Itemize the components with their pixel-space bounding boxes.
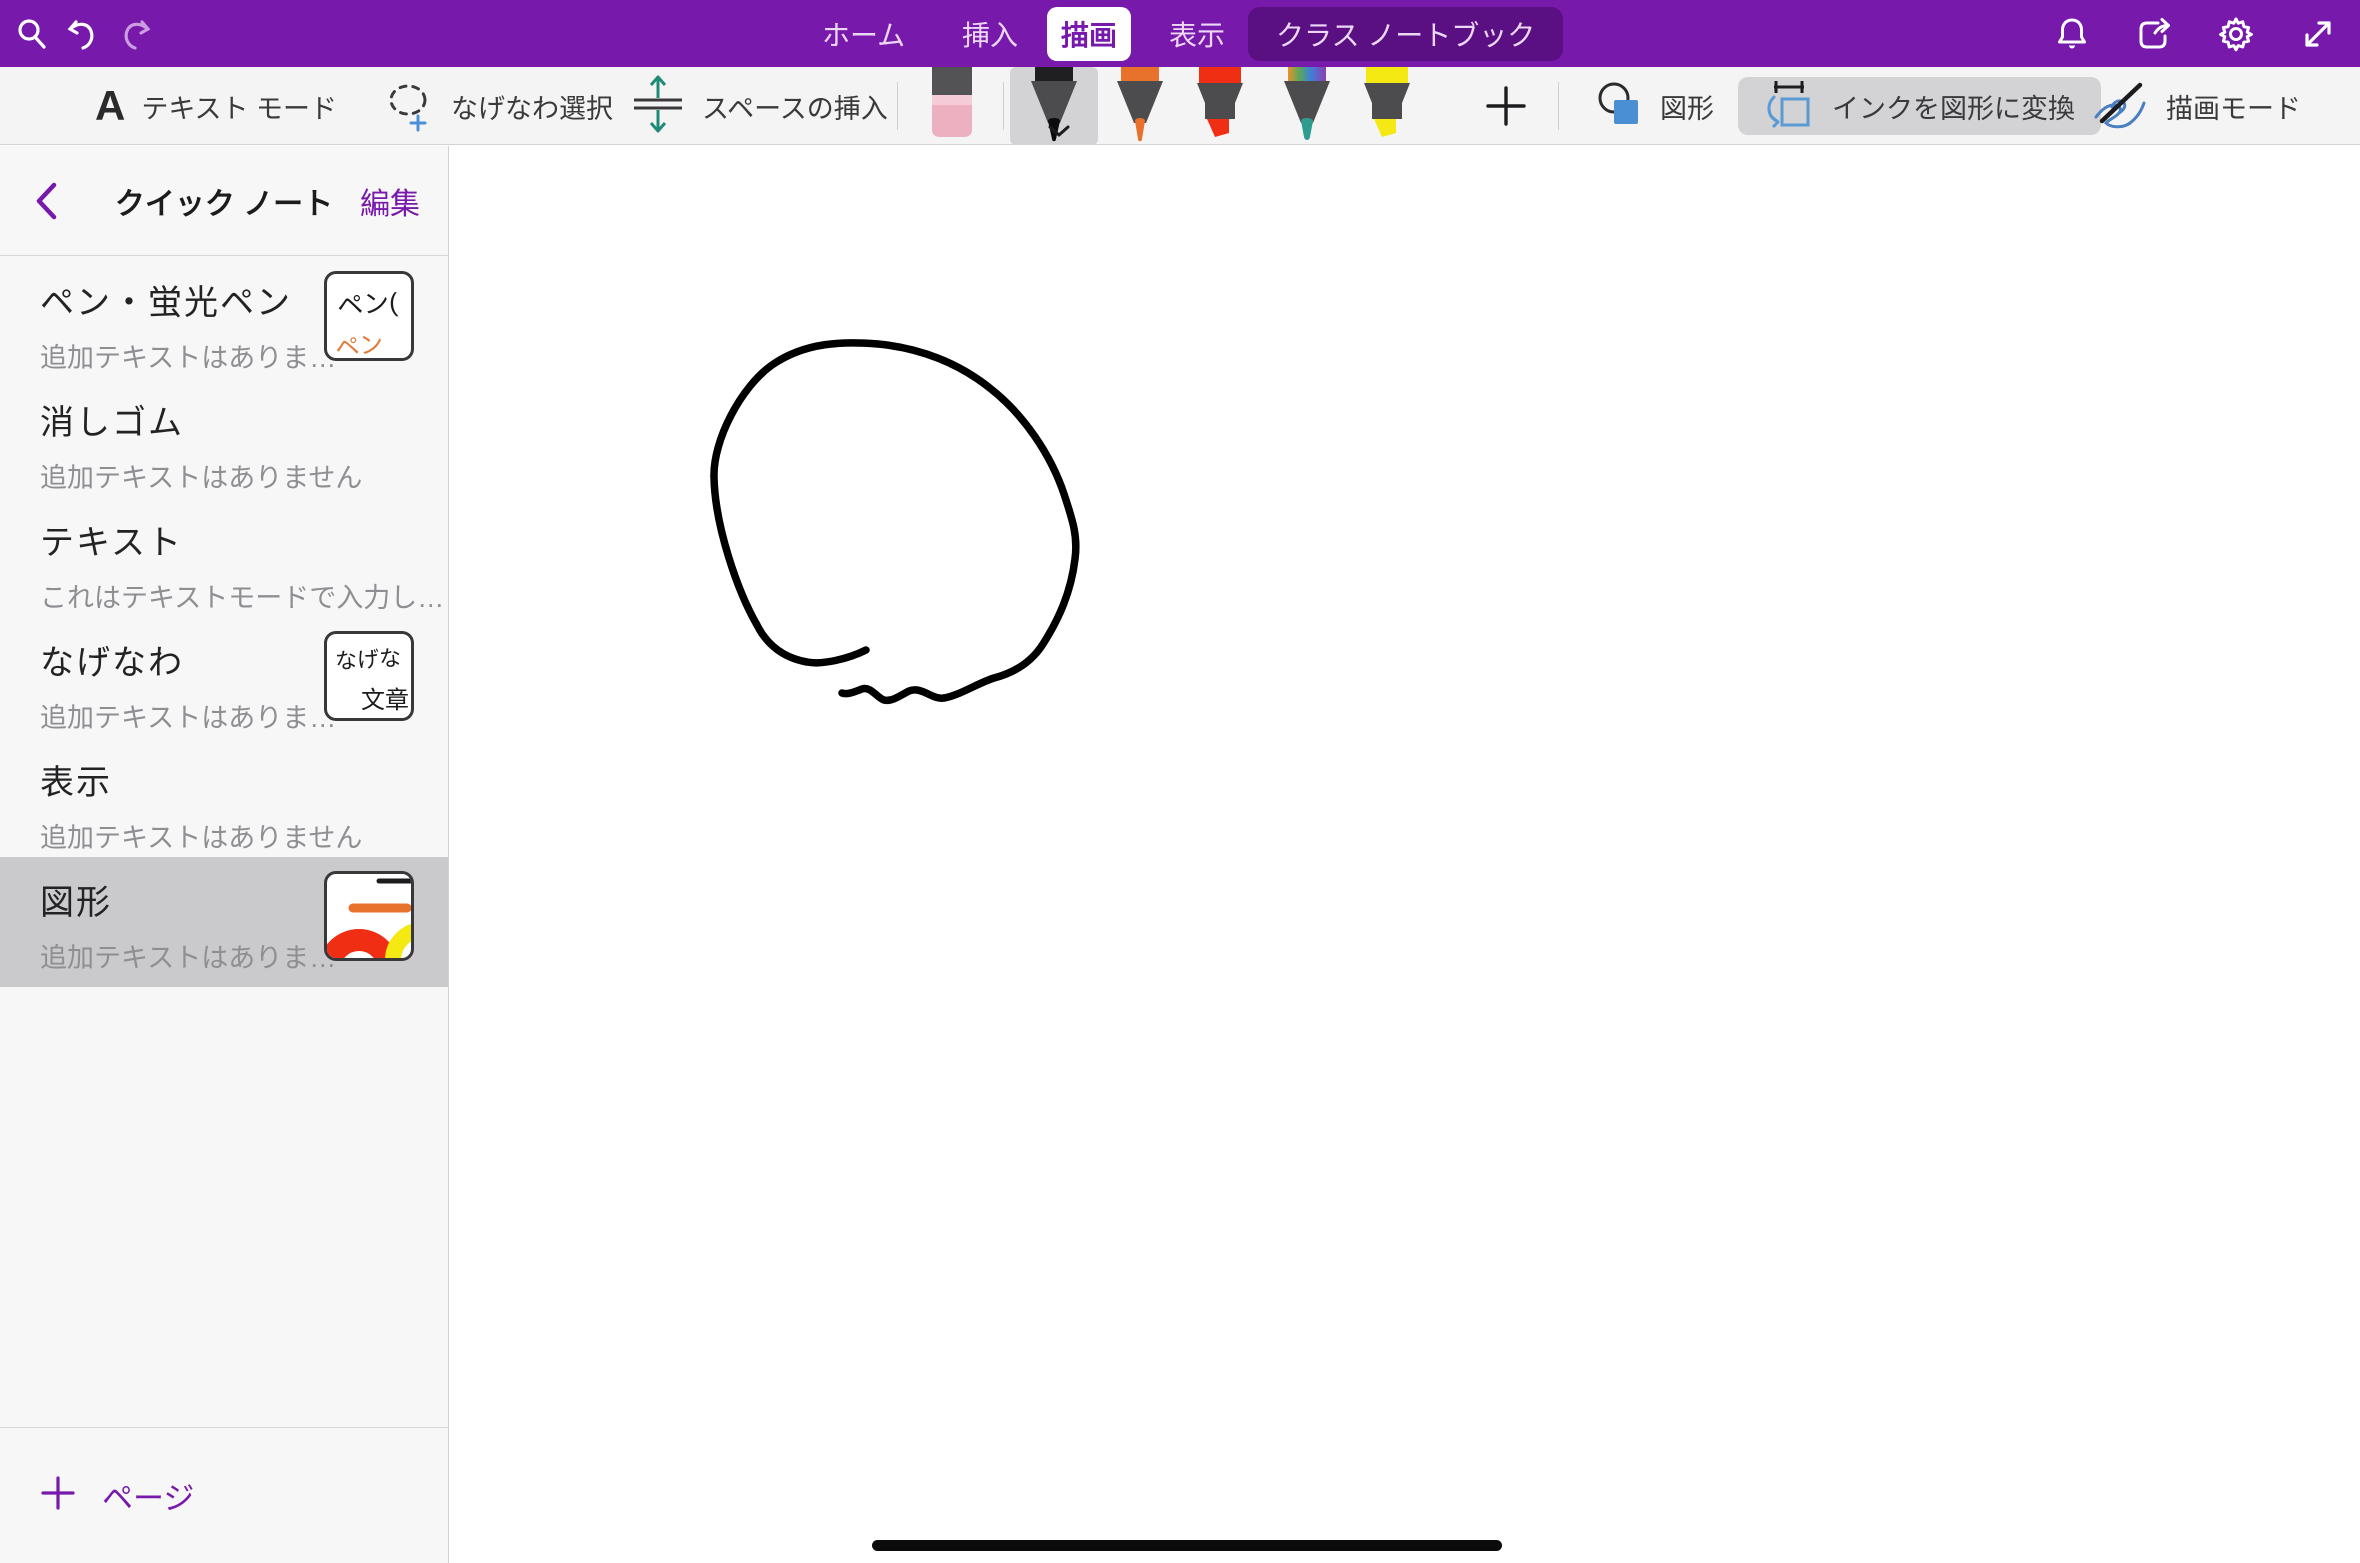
page-list-header: クイック ノート 編集 xyxy=(0,146,448,256)
ink-to-shape-icon xyxy=(1764,79,1816,134)
add-page-button[interactable]: ページ xyxy=(0,1427,448,1563)
fullscreen-expand-icon[interactable] xyxy=(2298,14,2338,54)
draw-mode-hand-icon xyxy=(2092,77,2150,136)
eraser-tool[interactable] xyxy=(925,67,979,143)
share-icon[interactable] xyxy=(2134,14,2174,54)
page-title: 表示 xyxy=(40,755,448,804)
tab-insert[interactable]: 挿入 xyxy=(948,0,1032,67)
page-subtitle: これはテキストモードで入力し… xyxy=(40,576,448,615)
edit-button[interactable]: 編集 xyxy=(360,146,420,256)
page-list-item[interactable]: 表示 追加テキストはありません xyxy=(0,737,448,857)
insert-space-icon xyxy=(630,74,686,139)
text-mode-icon: A xyxy=(95,85,125,127)
lasso-icon xyxy=(383,76,435,137)
shapes-button[interactable]: 図形 xyxy=(1592,67,1714,145)
insert-space-button[interactable]: スペースの挿入 xyxy=(630,67,888,145)
galaxy-pen-tool[interactable] xyxy=(1280,67,1334,143)
toolbar-divider xyxy=(897,82,898,130)
tab-home[interactable]: ホーム xyxy=(808,0,919,67)
add-pen-button[interactable] xyxy=(1478,67,1534,145)
black-pen-tool-selected[interactable] xyxy=(1010,67,1098,145)
redo-icon[interactable] xyxy=(116,14,156,54)
page-title: テキスト xyxy=(40,515,448,564)
orange-pen-tool[interactable] xyxy=(1113,67,1167,143)
drawing-canvas[interactable] xyxy=(450,146,2360,1563)
page-thumbnail: なげな 文章 xyxy=(324,631,414,721)
ink-to-shape-button[interactable]: インクを図形に変換 xyxy=(1738,77,2101,135)
onenote-app: ホーム 挿入 描画 表示 クラス ノートブック A テキスト モード なげなわ選… xyxy=(0,0,2360,1563)
text-mode-button[interactable]: A テキスト モード xyxy=(95,67,337,145)
page-thumbnail: ペン( ペン xyxy=(324,271,414,361)
search-icon[interactable] xyxy=(12,14,52,54)
page-list-item[interactable]: 消しゴム 追加テキストはありません xyxy=(0,377,448,497)
top-bar: ホーム 挿入 描画 表示 クラス ノートブック xyxy=(0,0,2360,67)
shapes-icon xyxy=(1592,78,1644,135)
plus-icon xyxy=(40,1475,76,1516)
notifications-bell-icon[interactable] xyxy=(2052,14,2092,54)
page-list-item[interactable]: なげなわ 追加テキストはありま… なげな 文章 xyxy=(0,617,448,737)
page-thumbnail xyxy=(324,871,414,961)
settings-gear-icon[interactable] xyxy=(2216,14,2256,54)
home-indicator-bar[interactable] xyxy=(872,1540,1502,1551)
ink-stroke-circle xyxy=(450,146,2360,1563)
page-list-item[interactable]: テキスト これはテキストモードで入力し… xyxy=(0,497,448,617)
draw-mode-button[interactable]: 描画モード xyxy=(2092,67,2301,145)
pen-options-chevron-icon xyxy=(1046,123,1072,144)
lasso-select-button[interactable]: なげなわ選択 xyxy=(383,67,613,145)
tab-draw[interactable]: 描画 xyxy=(1047,7,1131,61)
page-list-item[interactable]: ペン・蛍光ペン 追加テキストはありま… ペン( ペン xyxy=(0,257,448,377)
yellow-highlighter-tool[interactable] xyxy=(1360,67,1414,143)
page-subtitle: 追加テキストはありません xyxy=(40,456,448,495)
page-title: 消しゴム xyxy=(40,395,448,444)
red-highlighter-tool[interactable] xyxy=(1193,67,1247,143)
toolbar-divider xyxy=(1558,82,1559,130)
page-list-panel: クイック ノート 編集 ペン・蛍光ペン 追加テキストはありま… ペン( ペン xyxy=(0,146,449,1563)
undo-icon[interactable] xyxy=(62,14,102,54)
page-subtitle: 追加テキストはありません xyxy=(40,816,448,855)
tab-view[interactable]: 表示 xyxy=(1155,0,1239,67)
page-list: ペン・蛍光ペン 追加テキストはありま… ペン( ペン xyxy=(0,257,448,987)
page-list-item[interactable]: 図形 追加テキストはありま… xyxy=(0,857,448,987)
class-notebook-button[interactable]: クラス ノートブック xyxy=(1248,7,1563,61)
draw-ribbon: A テキスト モード なげなわ選択 スペースの挿入 xyxy=(0,67,2360,145)
toolbar-divider xyxy=(1003,82,1004,130)
